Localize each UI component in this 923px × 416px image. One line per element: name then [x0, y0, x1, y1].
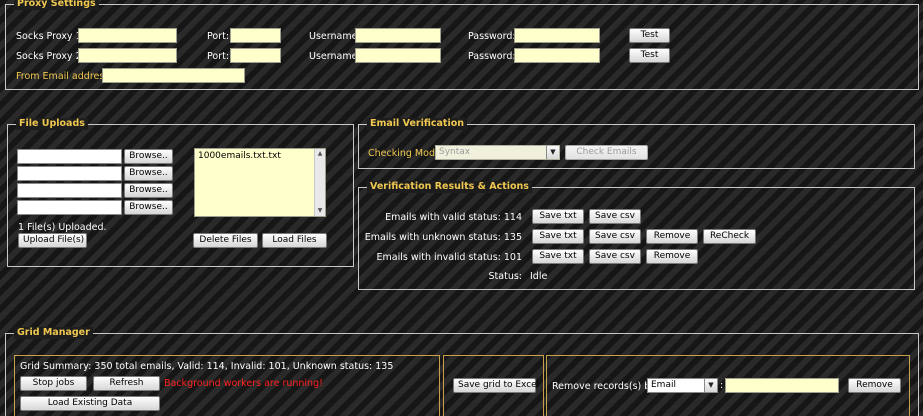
save-invalid-csv-button[interactable]: Save csv — [589, 249, 641, 264]
remove-records-button[interactable]: Remove — [848, 378, 901, 393]
browse-button-1[interactable]: Browse.. — [124, 149, 173, 164]
port-2-label: Port: — [207, 51, 230, 62]
remove-by-label: Remove records(s) by: — [552, 381, 659, 392]
socks-proxy-1-label: Socks Proxy 1: — [16, 31, 85, 42]
password-2-input[interactable] — [514, 48, 600, 63]
save-valid-csv-button[interactable]: Save csv — [589, 209, 641, 224]
invalid-count-label: Emails with invalid status: 101 — [376, 252, 522, 263]
status-value: Idle — [530, 271, 548, 282]
port-2-input[interactable] — [230, 48, 281, 63]
from-email-label: From Email address: — [16, 71, 113, 82]
chevron-down-icon[interactable]: ▼ — [704, 379, 717, 392]
save-grid-excel-button[interactable]: Save grid to Excel — [453, 378, 539, 393]
file-input-3[interactable] — [17, 183, 122, 198]
password-2-label: Password: — [468, 51, 516, 62]
status-label: Status: — [488, 271, 522, 282]
grid-summary-text: Grid Summary: 350 total emails, Valid: 1… — [20, 361, 394, 372]
save-unknown-txt-button[interactable]: Save txt — [532, 229, 584, 244]
browse-button-2[interactable]: Browse.. — [124, 166, 173, 181]
socks-proxy-2-label: Socks Proxy 2: — [16, 51, 85, 62]
recheck-unknown-button[interactable]: ReCheck — [703, 229, 756, 244]
file-input-4[interactable] — [17, 200, 122, 215]
file-input-1[interactable] — [17, 149, 122, 164]
password-1-input[interactable] — [514, 28, 600, 43]
scroll-up-icon[interactable]: ▲ — [315, 149, 325, 159]
browse-button-4[interactable]: Browse.. — [124, 200, 173, 215]
remove-invalid-button[interactable]: Remove — [646, 249, 698, 264]
remove-value-input[interactable] — [725, 378, 839, 393]
chevron-down-icon[interactable]: ▼ — [546, 146, 559, 159]
workers-running-message: Background workers are running! — [164, 378, 323, 389]
uploaded-files-list[interactable]: 1000emails.txt.txt ▲ ▼ — [194, 148, 326, 217]
stop-jobs-button[interactable]: Stop jobs — [20, 376, 87, 391]
password-1-label: Password: — [468, 31, 516, 42]
username-2-input[interactable] — [355, 48, 441, 63]
checking-mode-select[interactable]: Syntax ▼ — [435, 145, 560, 160]
load-existing-data-button[interactable]: Load Existing Data — [20, 396, 160, 411]
remove-by-colon: : — [720, 380, 724, 391]
upload-files-button[interactable]: Upload File(s) — [18, 233, 87, 248]
username-1-input[interactable] — [355, 28, 441, 43]
grid-manager-legend: Grid Manager — [14, 327, 93, 339]
username-1-label: Username: — [309, 31, 361, 42]
browse-button-3[interactable]: Browse.. — [124, 183, 173, 198]
from-email-input[interactable] — [102, 68, 245, 83]
list-item[interactable]: 1000emails.txt.txt — [198, 151, 322, 161]
check-emails-button[interactable]: Check Emails — [565, 145, 648, 160]
remove-by-value: Email — [651, 380, 676, 390]
email-verification-legend: Email Verification — [367, 118, 468, 130]
proxy-settings-legend: Proxy Settings — [14, 0, 99, 10]
scroll-down-icon[interactable]: ▼ — [315, 206, 325, 216]
verification-results-legend: Verification Results & Actions — [367, 181, 532, 193]
load-files-button[interactable]: Load Files — [262, 233, 327, 248]
unknown-count-label: Emails with unknown status: 135 — [364, 232, 522, 243]
port-1-input[interactable] — [230, 28, 281, 43]
save-invalid-txt-button[interactable]: Save txt — [532, 249, 584, 264]
port-1-label: Port: — [207, 31, 230, 42]
test-proxy-1-button[interactable]: Test — [629, 28, 670, 43]
checking-mode-value: Syntax — [439, 147, 471, 157]
remove-by-select[interactable]: Email ▼ — [647, 378, 718, 393]
save-valid-txt-button[interactable]: Save txt — [532, 209, 584, 224]
checking-mode-label: Checking Mode: — [368, 148, 445, 159]
refresh-button[interactable]: Refresh — [93, 376, 160, 391]
delete-files-button[interactable]: Delete Files — [193, 233, 258, 248]
socks-proxy-2-input[interactable] — [78, 48, 177, 63]
test-proxy-2-button[interactable]: Test — [629, 48, 670, 63]
socks-proxy-1-input[interactable] — [78, 28, 177, 43]
remove-unknown-button[interactable]: Remove — [646, 229, 698, 244]
file-input-2[interactable] — [17, 166, 122, 181]
file-uploads-legend: File Uploads — [16, 118, 88, 130]
valid-count-label: Emails with valid status: 114 — [385, 212, 522, 223]
save-unknown-csv-button[interactable]: Save csv — [589, 229, 641, 244]
username-2-label: Username: — [309, 51, 361, 62]
upload-status-text: 1 File(s) Uploaded. — [18, 222, 107, 233]
list-scrollbar[interactable]: ▲ ▼ — [314, 149, 325, 216]
